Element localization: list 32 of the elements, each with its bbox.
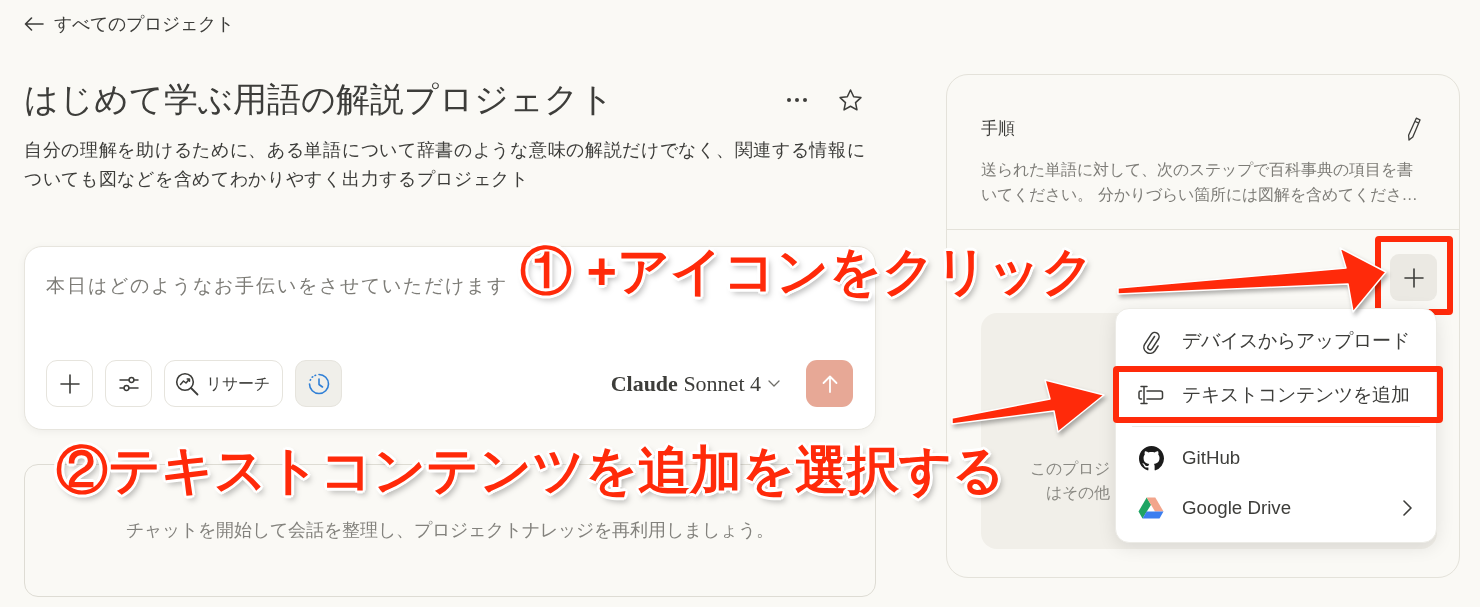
options-button[interactable] (105, 360, 152, 407)
instructions-text: 送られた単語に対して、次のステップで百科事典の項目を書 いてください。 分かりづらい箇所には図解を含めてくださ… (981, 159, 1419, 205)
message-input[interactable]: 本日はどのようなお手伝いをさせていただけます (46, 268, 516, 304)
annotation-label: ① +アイコンをクリック (520, 241, 1094, 301)
back-link[interactable]: すべてのプロジェクト (24, 12, 234, 36)
github-cat-icon (1138, 445, 1164, 471)
empty-chats-text: チャットを開始して会話を整理し、プロジェクトナレッジを再利用しましょう。 (126, 519, 774, 542)
menu-item[interactable]: Google Drive (1116, 483, 1436, 533)
project-description: 自分の理解を助けるために、ある単語について辞書のような意味の解説だけでなく、関連する情報についても図などを含めてわかりやすく出力するプロジェクト (24, 139, 867, 191)
plus-icon (1403, 267, 1424, 288)
project-title: はじめて学ぶ用語の解説プロジェクト (24, 80, 614, 120)
empty-files-text: このプロジ はその他 (1030, 459, 1110, 503)
model-selector[interactable]: Claude Sonnet 4 (610, 367, 780, 400)
research-button[interactable]: リサーチ (164, 360, 283, 407)
clock-icon (306, 371, 331, 396)
add-button[interactable] (46, 360, 93, 407)
plus-icon (59, 373, 80, 394)
arrow-up-icon (821, 374, 838, 393)
ellipsis-icon (787, 98, 807, 102)
menu-item[interactable]: GitHub (1116, 433, 1436, 483)
chevron-down-icon (768, 380, 780, 387)
instructions-title: 手順 (981, 118, 1015, 140)
back-arrow-icon (24, 17, 44, 31)
annotation-label: ②テキストコンテンツを追加を選択する (56, 440, 1005, 500)
text-cursor-icon (1138, 385, 1164, 405)
add-file-button[interactable] (1390, 254, 1437, 301)
clock-toggle-button[interactable] (295, 360, 342, 407)
drive-triangle-icon (1138, 497, 1164, 519)
pencil-icon[interactable] (1406, 117, 1421, 141)
magnifier-chart-icon (175, 371, 199, 396)
menu-item[interactable]: デバイスからアップロード (1116, 316, 1436, 366)
sliders-icon (118, 375, 139, 392)
